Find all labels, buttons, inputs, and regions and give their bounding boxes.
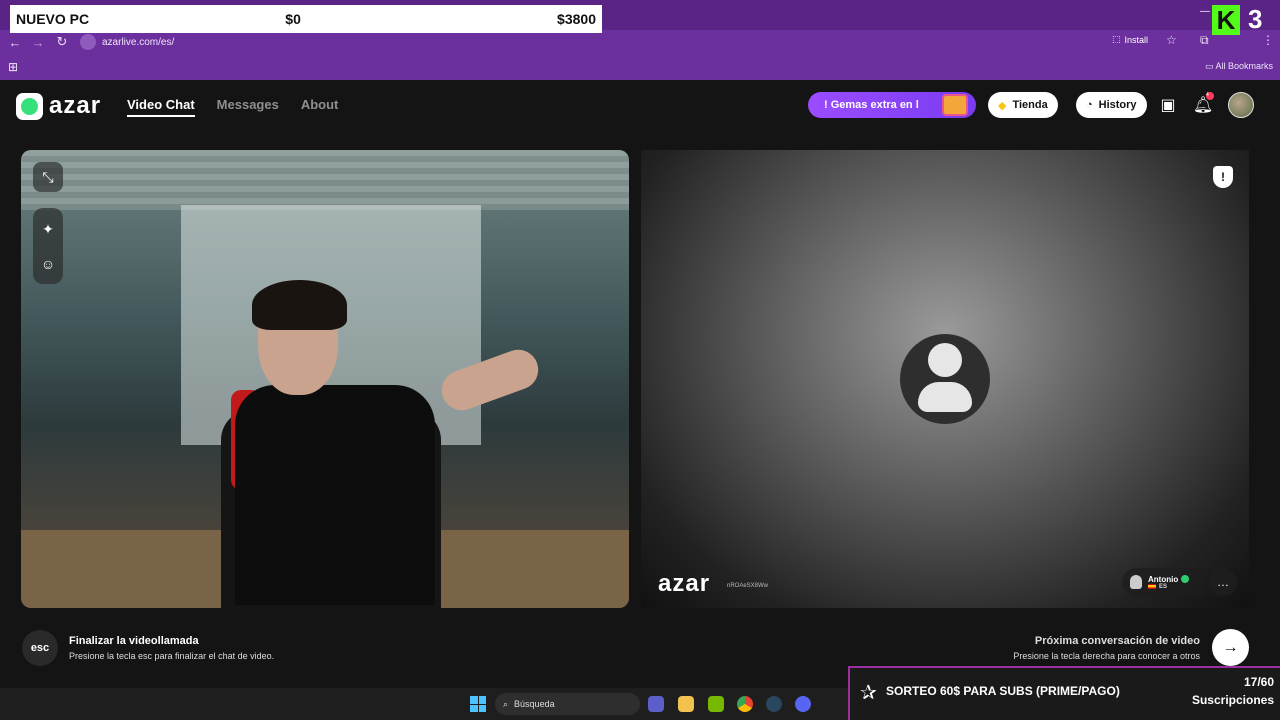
peer-info-card[interactable]: Antonio ES bbox=[1122, 568, 1206, 596]
goal-start: $0 bbox=[285, 11, 301, 27]
treasure-chest-icon bbox=[942, 94, 968, 116]
all-bookmarks-link[interactable]: ▭ All Bookmarks bbox=[1205, 61, 1273, 72]
history-button[interactable]: ◔ History bbox=[1076, 92, 1147, 118]
kick-logo: K bbox=[1212, 5, 1240, 35]
nvidia-icon[interactable] bbox=[708, 696, 724, 712]
face-filter-icon[interactable]: ☺ bbox=[33, 249, 63, 279]
notification-badge: 4 bbox=[1206, 92, 1214, 100]
user-avatar[interactable] bbox=[1228, 92, 1254, 118]
watermark-id: nROAeSX8Ww bbox=[727, 583, 769, 589]
apps-grid-icon[interactable]: ⊞ bbox=[8, 60, 18, 74]
address-bar[interactable]: azarlive.com/es/ bbox=[80, 33, 1190, 51]
gems-promo-text: ! Gemas extra en l bbox=[824, 99, 919, 111]
next-chat-title: Próxima conversación de video bbox=[1034, 635, 1200, 647]
stream-badge-number: 3 bbox=[1248, 4, 1263, 34]
sub-goal-count: 17/60 bbox=[1243, 675, 1274, 689]
file-explorer-icon[interactable] bbox=[678, 696, 694, 712]
menu-icon[interactable]: ⋮ bbox=[1262, 33, 1274, 47]
all-bookmarks-label: All Bookmarks bbox=[1215, 61, 1274, 71]
bookmark-star-icon[interactable]: ☆ bbox=[1166, 33, 1177, 47]
shop-label: Tienda bbox=[1012, 99, 1048, 111]
spain-flag-icon bbox=[1148, 584, 1156, 589]
nav-messages[interactable]: Messages bbox=[217, 97, 279, 117]
nav-video-chat[interactable]: Video Chat bbox=[127, 97, 195, 117]
azar-logo-text: azar bbox=[49, 92, 102, 119]
history-label: History bbox=[1098, 99, 1137, 111]
window-minimize-icon[interactable]: — bbox=[1200, 6, 1210, 17]
windows-start-icon[interactable] bbox=[470, 696, 486, 712]
magic-wand-icon[interactable]: ✦ bbox=[33, 214, 63, 244]
chat-bubble-icon[interactable]: … bbox=[1209, 568, 1237, 596]
minimize-video-icon[interactable]: ⤡ bbox=[33, 162, 63, 192]
omnibar-row: ← → ↻ azarlive.com/es/ ⬚ Install ☆ ⧉ ⋮ bbox=[0, 30, 1280, 54]
reload-icon[interactable]: ↻ bbox=[50, 34, 74, 50]
next-chat-button[interactable]: → bbox=[1212, 629, 1249, 666]
goal-title: NUEVO PC bbox=[16, 11, 90, 27]
site-info-icon[interactable] bbox=[80, 34, 96, 50]
verified-icon bbox=[1181, 575, 1190, 583]
diamond-icon: ◆ bbox=[998, 99, 1007, 112]
next-chat-hint: Presione la tecla derecha para conocer a… bbox=[1013, 651, 1200, 661]
peer-lang: ES bbox=[1159, 583, 1168, 590]
site-header: azar Video Chat Messages About ! Gemas e… bbox=[0, 80, 1280, 130]
star-icon: ✰ bbox=[860, 682, 877, 704]
end-call-title: Finalizar la videollamada bbox=[69, 635, 199, 647]
end-call-hint: Presione la tecla esc para finalizar el … bbox=[69, 651, 275, 661]
goal-target: $3800 bbox=[557, 11, 596, 27]
peer-person-icon bbox=[1130, 575, 1142, 589]
sub-goal-label: Suscripciones bbox=[1191, 693, 1274, 707]
donation-goal-bar: NUEVO PC $0 $3800 bbox=[10, 5, 602, 33]
discord-icon[interactable] bbox=[795, 696, 811, 712]
url-text: azarlive.com/es/ bbox=[102, 36, 175, 48]
shop-button[interactable]: ◆ Tienda bbox=[988, 92, 1058, 118]
steam-icon[interactable] bbox=[766, 696, 782, 712]
azar-logo[interactable]: azar bbox=[16, 92, 101, 120]
install-icon: ⬚ bbox=[1112, 34, 1121, 44]
meet-app-icon[interactable] bbox=[648, 696, 664, 712]
video-scene-person bbox=[235, 385, 435, 605]
azar-logo-icon bbox=[16, 92, 43, 120]
video-scene-person-hair bbox=[252, 280, 347, 330]
person-head-icon bbox=[928, 343, 962, 377]
bookmarks-bar: ⊞ ▭ All Bookmarks bbox=[0, 56, 1280, 78]
search-icon: ⌕ bbox=[503, 698, 509, 709]
clock-icon: ◔ bbox=[1086, 99, 1093, 111]
end-call-button[interactable]: esc bbox=[22, 630, 58, 666]
back-icon[interactable]: ← bbox=[3, 35, 27, 50]
sub-goal-text: SORTEO 60$ PARA SUBS (PRIME/PAGO) bbox=[886, 684, 1120, 698]
nav-about[interactable]: About bbox=[301, 97, 339, 117]
forward-icon[interactable]: → bbox=[26, 35, 50, 50]
inbox-icon[interactable]: ▣ bbox=[1158, 95, 1178, 115]
taskbar-search-placeholder: Búsqueda bbox=[514, 699, 555, 709]
peer-name: Antonio bbox=[1148, 574, 1179, 584]
install-button[interactable]: ⬚ Install bbox=[1112, 34, 1148, 45]
azar-watermark: azar bbox=[658, 570, 711, 597]
person-body-icon bbox=[918, 382, 972, 412]
main-nav: Video Chat Messages About bbox=[127, 97, 338, 117]
chrome-icon[interactable] bbox=[737, 696, 753, 712]
extensions-icon[interactable]: ⧉ bbox=[1200, 33, 1209, 48]
install-label: Install bbox=[1124, 34, 1149, 45]
report-shield-icon[interactable]: ! bbox=[1213, 166, 1233, 188]
gems-promo-button[interactable]: ! Gemas extra en l bbox=[808, 92, 976, 118]
taskbar-search[interactable]: ⌕ Búsqueda bbox=[495, 693, 640, 715]
